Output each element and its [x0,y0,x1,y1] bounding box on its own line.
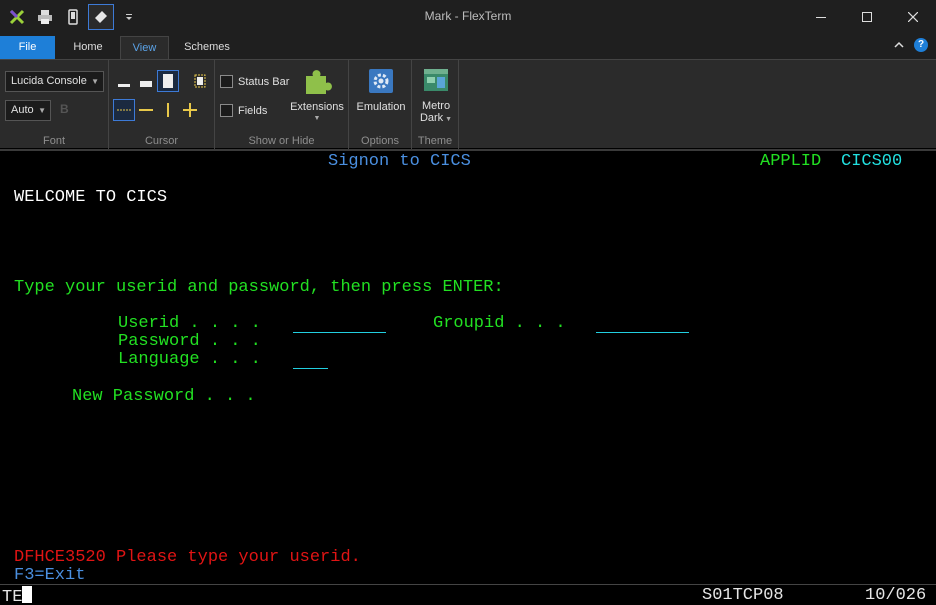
maximize-icon[interactable] [844,0,890,33]
chevron-down-icon: ▼ [443,116,453,123]
ribbon-tabs: File Home View Schemes [0,33,936,59]
theme-label-line1: Metro [421,100,451,112]
theme-label-line2: Dark ▼ [419,112,453,124]
new-password-label: New Password . . . [72,387,256,406]
theme-window-icon [424,69,448,91]
chevron-down-icon: ▼ [38,106,46,115]
cursor-group: Cursor [109,60,215,149]
emulation-label: Emulation [356,101,406,113]
gear-icon [369,69,393,93]
password-label: Password . . . [118,332,261,351]
tab-file[interactable]: File [0,36,55,59]
status-left: TE [2,586,33,605]
theme-group: Metro Dark ▼ Theme [412,60,459,149]
fields-checkbox[interactable]: Fields [220,104,267,117]
language-label: Language . . . [118,350,261,369]
window-title: Mark - FlexTerm [424,9,512,23]
checkbox-box [220,104,233,117]
pf-key-hint: F3=Exit [14,566,86,585]
crosshair-vertical-icon[interactable] [157,99,179,121]
window-controls [798,0,936,33]
groupid-input[interactable] [596,332,689,333]
font-size-value: Auto [11,104,34,116]
instruction-text: Type your userid and password, then pres… [14,278,504,297]
bold-button[interactable]: B [60,102,69,116]
terminal-screen[interactable]: Signon to CICS APPLID CICS00 WELCOME TO … [0,149,936,585]
cursor-blink-icon[interactable] [189,70,211,92]
welcome-text: WELCOME TO CICS [14,188,168,207]
close-icon[interactable] [890,0,936,33]
signon-title: Signon to CICS [328,152,471,171]
session-name: S01TCP08 [702,586,784,605]
extensions-button[interactable]: Extensions ▼ [289,66,345,125]
operator-status-line: TE S01TCP08 10/026 [0,584,936,605]
password-input[interactable] [293,333,386,351]
font-group: Lucida Console ▼ Auto ▼ B Font [0,60,109,149]
tab-schemes[interactable]: Schemes [176,36,238,59]
ribbon: Lucida Console ▼ Auto ▼ B Font Cursor St… [0,59,936,149]
checkbox-box [220,75,233,88]
theme-group-label: Theme [417,135,453,147]
minimize-icon[interactable] [798,0,844,33]
crosshair-off-icon[interactable] [113,99,135,121]
userid-label: Userid . . . . [118,314,261,333]
font-group-label: Font [42,135,65,147]
applid-value: CICS00 [841,152,903,171]
cursor-underline-icon[interactable] [113,70,135,92]
extensions-label: Extensions [290,101,344,113]
status-bar-label: Status Bar [238,75,290,88]
new-password-input[interactable] [293,388,386,406]
options-group: Emulation Options [349,60,412,149]
language-input[interactable] [293,368,328,369]
chevron-down-icon: ▼ [91,77,99,86]
crosshair-horizontal-icon[interactable] [135,99,157,121]
collapse-ribbon-icon[interactable] [894,41,904,49]
help-icon[interactable]: ? [914,38,928,52]
cursor-position: 10/026 [865,586,927,605]
cursor-group-label: Cursor [144,135,178,147]
groupid-label: Groupid . . . [433,314,566,333]
error-message: DFHCE3520 Please type your userid. [14,548,361,567]
options-group-label: Options [361,135,399,147]
cursor-block-icon[interactable] [157,70,179,92]
tab-view[interactable]: View [120,36,169,59]
status-bar-checkbox[interactable]: Status Bar [220,75,289,88]
terminal-cursor [22,586,33,603]
tab-home[interactable]: Home [62,36,114,59]
title-bar: Mark - FlexTerm [0,0,936,33]
font-size-combo[interactable]: Auto ▼ [5,100,51,121]
chevron-down-icon: ▼ [313,115,321,122]
show-hide-group: Status Bar Fields Extensions ▼ Show or H… [215,60,349,149]
show-hide-group-label: Show or Hide [248,135,315,147]
applid-label: APPLID [760,152,822,171]
font-name-value: Lucida Console [11,75,87,87]
ribbon-right-controls: ? [894,38,928,52]
fields-label: Fields [238,104,268,117]
theme-button[interactable]: Metro Dark ▼ [414,68,458,126]
crosshair-both-icon[interactable] [179,99,201,121]
font-name-combo[interactable]: Lucida Console ▼ [5,71,104,92]
cursor-half-block-icon[interactable] [135,70,157,92]
emulation-button[interactable]: Emulation [353,68,409,113]
puzzle-icon [306,70,332,94]
